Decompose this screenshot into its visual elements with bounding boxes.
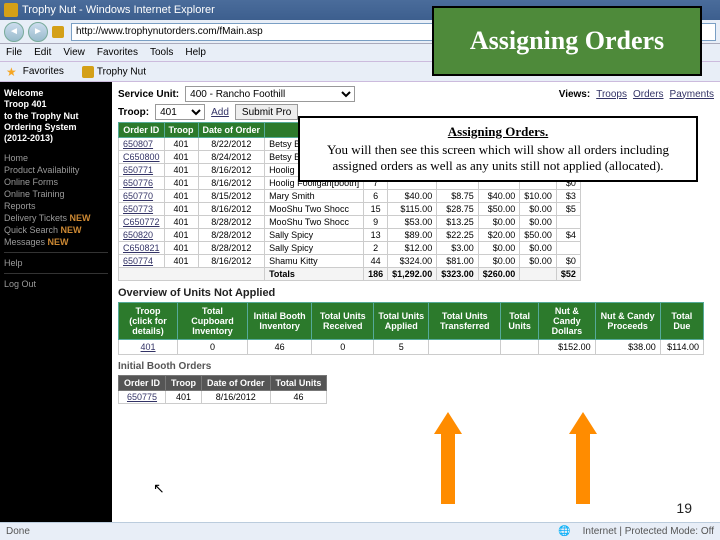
- order-id-link[interactable]: C650800: [119, 151, 165, 164]
- table-row: C650821 4018/28/2012Sally Spicy 2$12.00$…: [119, 242, 581, 255]
- submit-product-button[interactable]: Submit Pro: [235, 104, 298, 120]
- overlay-note-box: Assigning Orders. You will then see this…: [298, 116, 698, 182]
- order-id-link[interactable]: C650821: [119, 242, 165, 255]
- tab-icon: [82, 66, 94, 78]
- slide-number: 19: [676, 500, 692, 516]
- nav-messages[interactable]: Messages NEW: [4, 236, 108, 248]
- tab-label[interactable]: Trophy Nut: [97, 66, 146, 77]
- menu-view[interactable]: View: [63, 47, 85, 58]
- unapplied-table: Troop (click for details)Total Cupboard …: [118, 302, 704, 355]
- forward-button[interactable]: ►: [28, 22, 48, 42]
- star-icon[interactable]: ★: [6, 65, 17, 79]
- col-order-id: Order ID: [119, 123, 165, 138]
- order-id-link[interactable]: 650771: [119, 164, 165, 177]
- order-id-link[interactable]: 650820: [119, 229, 165, 242]
- unapplied-heading: Overview of Units Not Applied: [118, 287, 714, 299]
- back-button[interactable]: ◄: [4, 22, 24, 42]
- table-row: C650772 4018/28/2012MooShu Two Shocc 9$5…: [119, 216, 581, 229]
- views-payments[interactable]: Payments: [670, 89, 714, 100]
- order-id-link[interactable]: 650776: [119, 177, 165, 190]
- order-id-link[interactable]: 650770: [119, 190, 165, 203]
- favicon-icon: [4, 3, 18, 17]
- status-right: Internet | Protected Mode: Off: [583, 526, 714, 537]
- nav-quick-search[interactable]: Quick Search NEW: [4, 224, 108, 236]
- service-unit-row: Service Unit: 400 - Rancho Foothill View…: [118, 86, 714, 102]
- nav-online-training[interactable]: Online Training: [4, 188, 108, 200]
- order-id-link[interactable]: 650774: [119, 255, 165, 268]
- menu-help[interactable]: Help: [185, 47, 206, 58]
- troop-select[interactable]: 401: [155, 104, 205, 120]
- menu-tools[interactable]: Tools: [150, 47, 173, 58]
- nav-product-availability[interactable]: Product Availability: [4, 164, 108, 176]
- nav-reports[interactable]: Reports: [4, 200, 108, 212]
- ua-troop[interactable]: 401: [119, 340, 178, 355]
- col-troop: Troop: [164, 123, 198, 138]
- overlay-title-box: Assigning Orders: [432, 6, 702, 76]
- overlay-note-body: You will then see this screen which will…: [327, 142, 669, 173]
- welcome-text: Welcome Troop 401 to the Trophy Nut Orde…: [4, 88, 108, 144]
- arrow-annotation-1: [434, 412, 462, 504]
- table-row: 650774 4018/16/2012Shamu Kitty 44$324.00…: [119, 255, 581, 268]
- overlay-note-heading: Assigning Orders.: [308, 124, 688, 140]
- arrow-annotation-2: [569, 412, 597, 504]
- menu-file[interactable]: File: [6, 47, 22, 58]
- menu-favorites[interactable]: Favorites: [97, 47, 138, 58]
- nav-logout[interactable]: Log Out: [4, 278, 108, 290]
- views-label: Views:: [559, 89, 591, 100]
- booth-id[interactable]: 650775: [119, 391, 166, 404]
- table-row: 650770 4018/15/2012Mary Smith 6$40.00$8.…: [119, 190, 581, 203]
- nav-home[interactable]: Home: [4, 152, 108, 164]
- nav-online-forms[interactable]: Online Forms: [4, 176, 108, 188]
- overlay-title-text: Assigning Orders: [470, 27, 664, 54]
- booth-heading: Initial Booth Orders: [118, 361, 714, 372]
- site-icon: [52, 26, 64, 38]
- globe-icon: 🌐: [558, 526, 570, 537]
- favorites-label[interactable]: Favorites: [23, 66, 64, 77]
- nav-help[interactable]: Help: [4, 257, 108, 269]
- col-date: Date of Order: [198, 123, 265, 138]
- table-row: 650773 4018/16/2012MooShu Two Shocc 15$1…: [119, 203, 581, 216]
- views-orders[interactable]: Orders: [633, 89, 664, 100]
- order-id-link[interactable]: 650807: [119, 138, 165, 151]
- add-link[interactable]: Add: [211, 107, 229, 118]
- window-title: Trophy Nut - Windows Internet Explorer: [22, 4, 215, 16]
- order-id-link[interactable]: C650772: [119, 216, 165, 229]
- menu-edit[interactable]: Edit: [34, 47, 51, 58]
- nav-delivery-tickets[interactable]: Delivery Tickets NEW: [4, 212, 108, 224]
- service-unit-select[interactable]: 400 - Rancho Foothill: [185, 86, 355, 102]
- arrow-up-icon: [569, 412, 597, 434]
- cursor-icon: ↖: [153, 480, 165, 497]
- order-id-link[interactable]: 650773: [119, 203, 165, 216]
- troop-label: Troop:: [118, 107, 149, 118]
- booth-table: Order ID Troop Date of Order Total Units…: [118, 375, 327, 404]
- table-row: 650820 4018/28/2012Sally Spicy 13$89.00$…: [119, 229, 581, 242]
- arrow-up-icon: [434, 412, 462, 434]
- su-label: Service Unit:: [118, 89, 179, 100]
- status-left: Done: [6, 526, 30, 537]
- sidebar: Welcome Troop 401 to the Trophy Nut Orde…: [0, 82, 112, 522]
- views-troops[interactable]: Troops: [596, 89, 627, 100]
- totals-label: Totals: [265, 268, 364, 281]
- status-bar: Done 🌐 Internet | Protected Mode: Off: [0, 522, 720, 540]
